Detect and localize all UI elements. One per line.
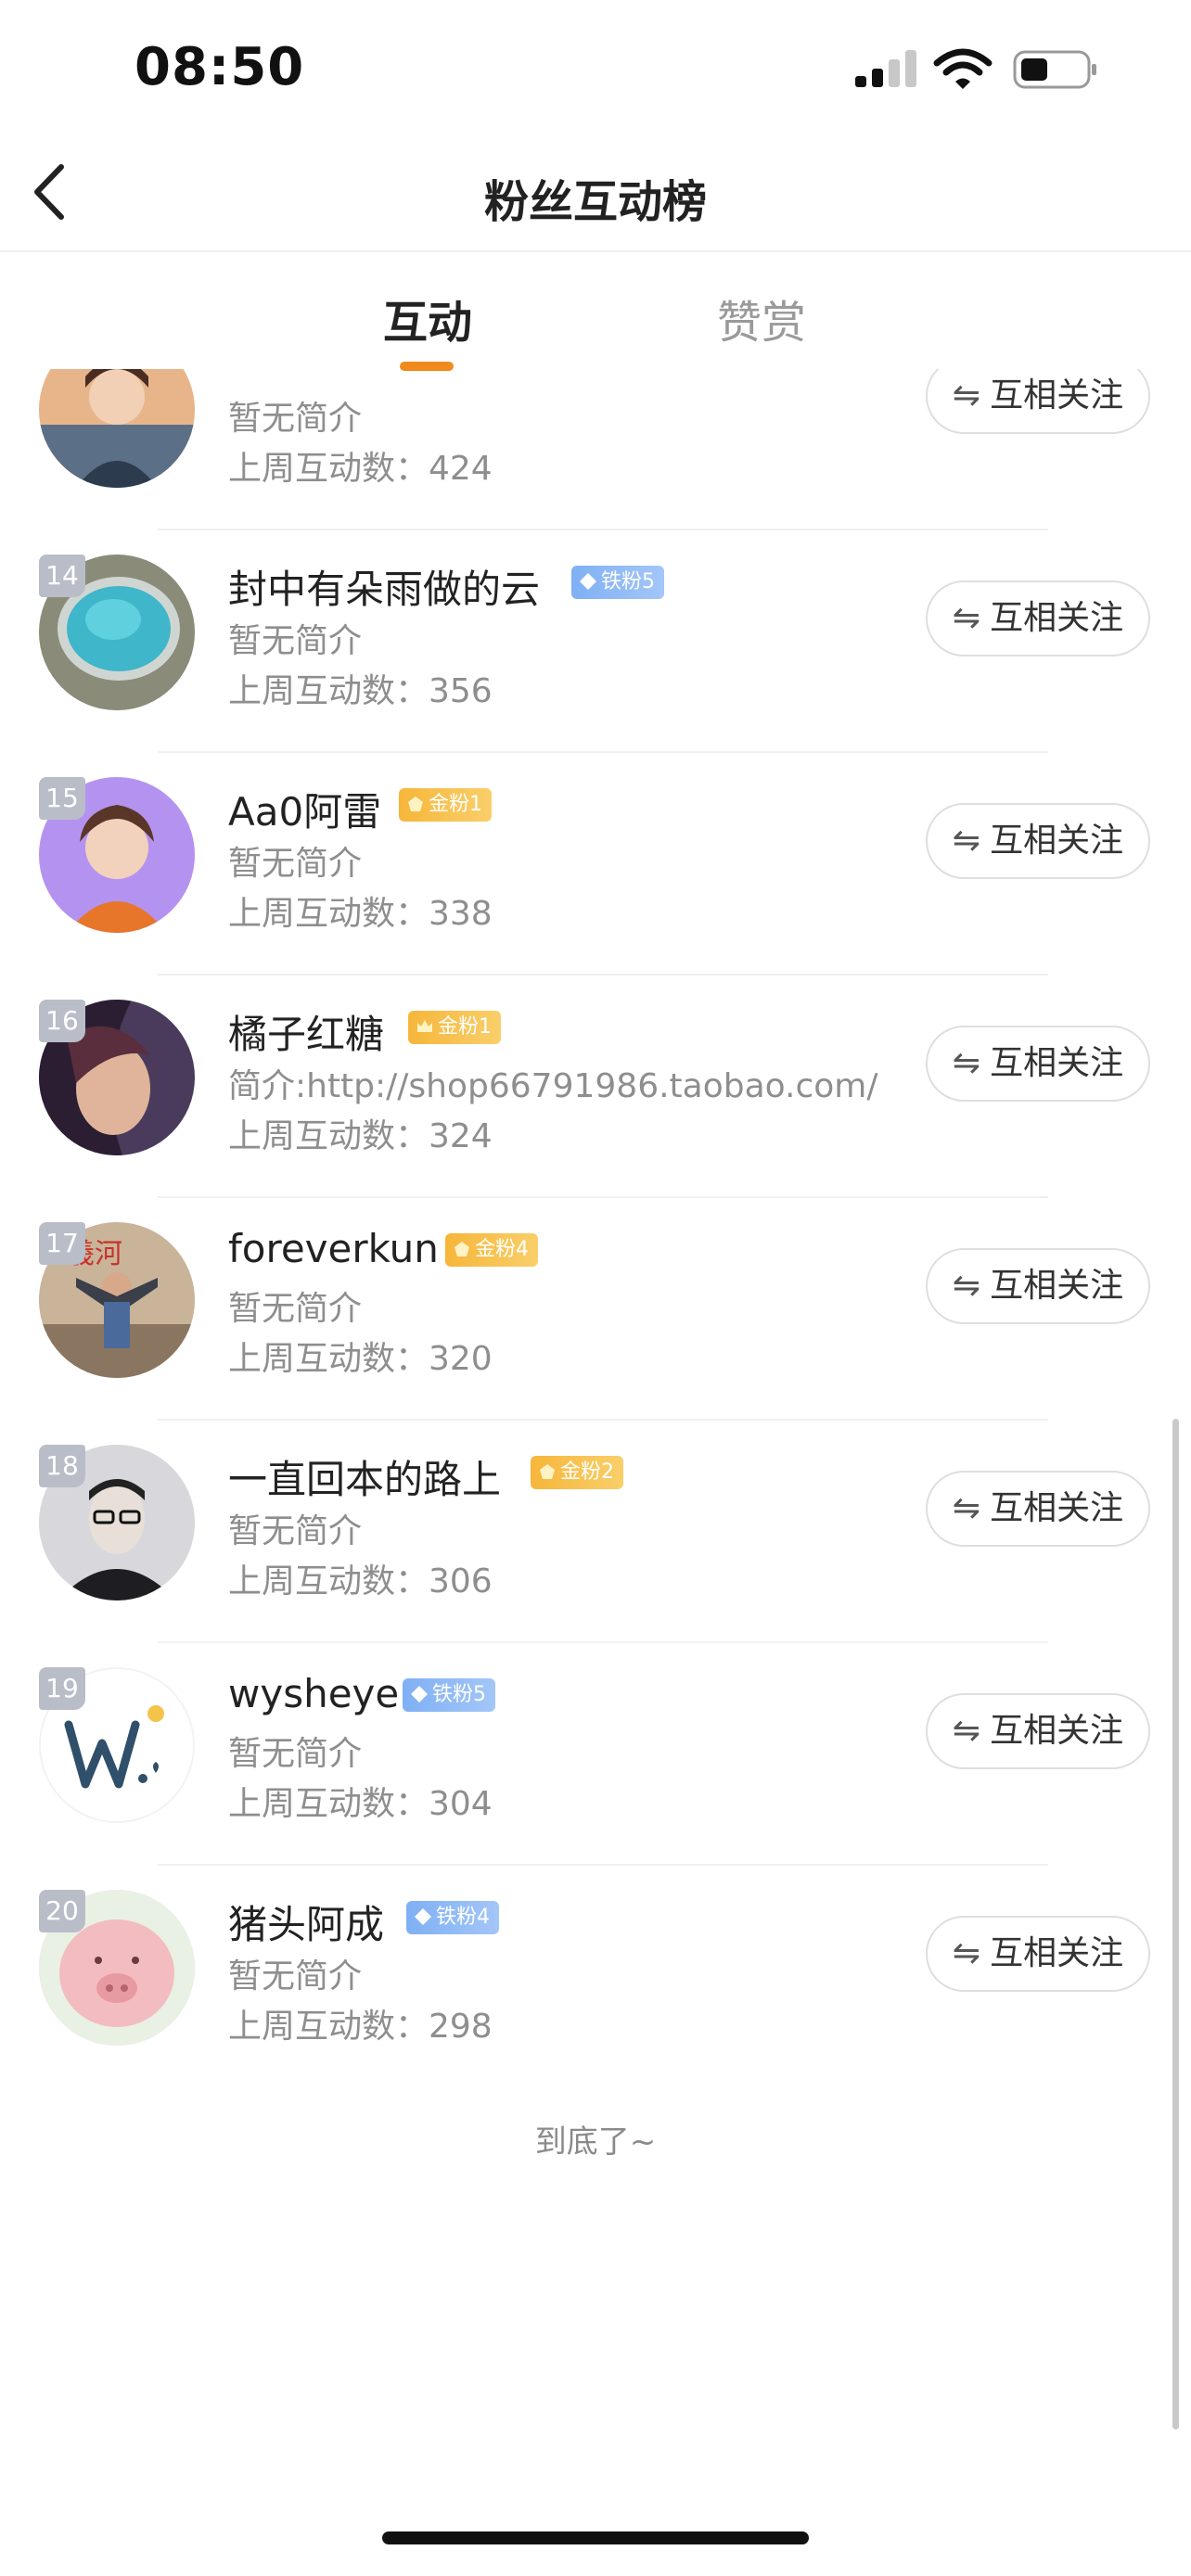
mutual-follow-button[interactable]: ⇋ 互相关注 — [926, 1693, 1150, 1769]
user-name[interactable]: wysheye — [228, 1671, 399, 1716]
status-bar: 08:50 — [0, 0, 1191, 139]
list-item[interactable]: 20 猪头阿成 铁粉4 暂无简介 上周互动数：298 ⇋ 互相关注 — [0, 1871, 1191, 2085]
gold-gem-icon — [538, 1459, 557, 1479]
mutual-follow-button[interactable]: ⇋ 互相关注 — [926, 1471, 1150, 1547]
user-name[interactable]: 猪头阿成 — [228, 1894, 384, 1950]
bio: 暂无简介 — [228, 845, 363, 883]
rank-tag: 16 — [39, 1000, 85, 1042]
avatar[interactable] — [39, 369, 195, 488]
bio: 暂无简介 — [228, 1958, 363, 1996]
interaction-count: 上周互动数：338 — [228, 895, 493, 933]
rank-tag: 15 — [39, 777, 85, 820]
interaction-count: 上周互动数：320 — [228, 1340, 493, 1378]
interaction-count: 上周互动数：424 — [228, 450, 493, 488]
bio: 暂无简介 — [228, 622, 363, 660]
fan-ranking-list[interactable]: 暂无简介 上周互动数：424 ⇋ 互相关注 14 封中有朵雨做的云 铁粉5 暂无简… — [0, 369, 1191, 2085]
interaction-count: 上周互动数：356 — [228, 672, 493, 710]
interaction-count: 上周互动数：306 — [228, 1562, 493, 1600]
fan-level-badge: 铁粉5 — [403, 1678, 495, 1712]
divider — [158, 1196, 1048, 1198]
active-tab-indicator — [400, 362, 454, 371]
divider — [158, 529, 1048, 530]
mutual-follow-button[interactable]: ⇋ 互相关注 — [926, 369, 1150, 434]
scrollbar[interactable] — [1172, 1419, 1179, 2429]
list-item[interactable]: 15 Aa0阿雷 金粉1 暂无简介 上周互动数：338 ⇋ 互相关注 — [0, 759, 1191, 981]
interaction-count: 上周互动数：324 — [228, 1117, 493, 1155]
list-item[interactable]: 暂无简介 上周互动数：424 ⇋ 互相关注 — [0, 369, 1191, 536]
diamond-icon — [579, 568, 597, 590]
swap-arrows-icon: ⇋ — [952, 376, 981, 414]
swap-arrows-icon: ⇋ — [952, 599, 981, 637]
interaction-count: 上周互动数：298 — [228, 2008, 493, 2046]
wifi-icon — [933, 48, 992, 89]
swap-arrows-icon: ⇋ — [952, 1712, 981, 1750]
swap-arrows-icon: ⇋ — [952, 822, 981, 860]
bio: 简介:http://shop66791986.taobao.com/ — [228, 1067, 878, 1105]
fan-level-badge: 金粉1 — [399, 788, 492, 822]
swap-arrows-icon: ⇋ — [952, 1044, 981, 1082]
battery-icon — [1013, 50, 1096, 89]
bio: 暂无简介 — [228, 1735, 363, 1773]
bio: 暂无简介 — [228, 400, 363, 438]
rank-tag: 14 — [39, 555, 85, 597]
swap-arrows-icon: ⇋ — [952, 1267, 981, 1305]
divider — [158, 1864, 1048, 1866]
nav-bar: 粉丝互动榜 — [0, 139, 1191, 252]
list-item[interactable]: 16 橘子红糖 金粉1 简介:http://shop66791986.taoba… — [0, 981, 1191, 1204]
mutual-follow-button[interactable]: ⇋ 互相关注 — [926, 1916, 1150, 1992]
diamond-icon — [410, 1681, 429, 1702]
cellular-signal-icon — [855, 50, 916, 87]
divider — [158, 974, 1048, 976]
divider — [158, 1419, 1048, 1421]
interaction-count: 上周互动数：304 — [228, 1785, 493, 1823]
rank-tag: 19 — [39, 1667, 85, 1710]
bio: 暂无简介 — [228, 1290, 363, 1328]
status-time: 08:50 — [134, 37, 305, 97]
fan-level-badge: 金粉2 — [531, 1456, 623, 1489]
rank-tag: 17 — [39, 1222, 85, 1265]
fan-level-badge: 铁粉5 — [571, 566, 664, 599]
user-name[interactable]: 橘子红糖 — [228, 1003, 384, 1060]
user-name[interactable]: Aa0阿雷 — [228, 781, 381, 837]
list-item[interactable]: 18 一直回本的路上 金粉2 暂无简介 上周互动数：306 ⇋ 互相关注 — [0, 1426, 1191, 1649]
mutual-follow-button[interactable]: ⇋ 互相关注 — [926, 1026, 1150, 1102]
crown-icon — [416, 1014, 434, 1032]
user-name[interactable]: 封中有朵雨做的云 — [228, 558, 540, 615]
list-item[interactable]: 14 封中有朵雨做的云 铁粉5 暂无简介 上周互动数：356 ⇋ 互相关注 — [0, 536, 1191, 759]
mutual-follow-button[interactable]: ⇋ 互相关注 — [926, 803, 1150, 879]
swap-arrows-icon: ⇋ — [952, 1934, 981, 1972]
divider — [158, 1641, 1048, 1643]
list-item[interactable]: 19 wysheye 铁粉5 暂无简介 上周互动数：304 ⇋ 互相关注 — [0, 1649, 1191, 1871]
fan-level-badge: 铁粉4 — [406, 1901, 499, 1934]
user-name[interactable]: foreverkun — [228, 1226, 439, 1271]
tab-interaction[interactable]: 互动 — [383, 286, 472, 351]
mutual-follow-button[interactable]: ⇋ 互相关注 — [926, 1248, 1150, 1324]
rank-tag: 18 — [39, 1445, 85, 1487]
tab-reward[interactable]: 赞赏 — [717, 286, 806, 351]
fan-level-badge: 金粉1 — [408, 1011, 501, 1044]
mutual-follow-button[interactable]: ⇋ 互相关注 — [926, 580, 1150, 657]
end-of-list-text: 到底了~ — [534, 2123, 657, 2161]
user-name[interactable]: 一直回本的路上 — [228, 1448, 501, 1505]
gold-gem-icon — [406, 791, 425, 811]
divider — [158, 751, 1048, 753]
rank-tag: 20 — [39, 1890, 85, 1932]
home-indicator[interactable] — [382, 2531, 809, 2544]
list-item[interactable]: 羲河 17 foreverkun 金粉4 暂无简介 上周互动数：320 ⇋ 互相关… — [0, 1204, 1191, 1426]
diamond-icon — [414, 1904, 432, 1925]
page-title: 粉丝互动榜 — [483, 176, 707, 228]
gold-gem-icon — [453, 1236, 471, 1256]
fan-level-badge: 金粉4 — [445, 1233, 538, 1267]
bio: 暂无简介 — [228, 1512, 363, 1550]
tab-bar: 互动 赞赏 — [0, 252, 1191, 371]
swap-arrows-icon: ⇋ — [952, 1489, 981, 1527]
